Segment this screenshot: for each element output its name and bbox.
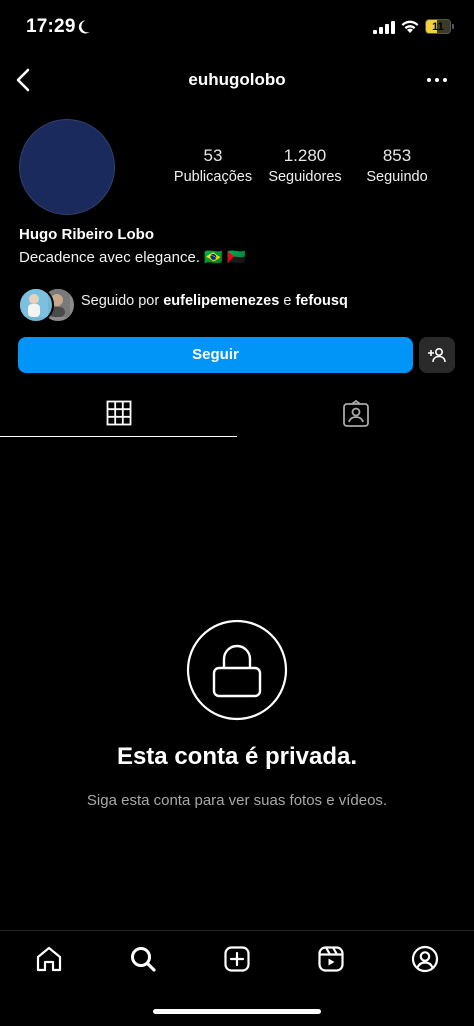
- lock-icon: [186, 619, 288, 721]
- private-account-subtitle: Siga esta conta para ver suas fotos e ví…: [86, 792, 388, 809]
- active-tab-indicator: [0, 436, 237, 437]
- search-icon[interactable]: [129, 945, 157, 973]
- tagged-icon[interactable]: [342, 400, 370, 428]
- private-account-title: Esta conta é privada.: [116, 743, 358, 770]
- followed-by-user: fefousq: [295, 293, 348, 309]
- stat-following-value: 853: [382, 146, 412, 165]
- home-icon[interactable]: [35, 945, 63, 973]
- stat-posts-value: 53: [203, 146, 223, 165]
- create-icon[interactable]: [223, 945, 251, 973]
- add-person-icon: [427, 345, 447, 365]
- moon-icon: [75, 19, 91, 35]
- suggested-users-button[interactable]: [419, 337, 455, 373]
- battery-icon: 11: [425, 19, 451, 34]
- reels-icon[interactable]: [317, 945, 345, 973]
- more-options-icon[interactable]: [425, 70, 449, 90]
- home-indicator[interactable]: [153, 1009, 321, 1014]
- stat-posts-label: Publicações: [173, 169, 253, 185]
- profile-icon[interactable]: [411, 945, 439, 973]
- stat-posts[interactable]: 53 Publicações: [165, 146, 261, 185]
- battery-tip: [452, 24, 454, 29]
- grid-icon[interactable]: [106, 400, 132, 426]
- bottom-nav-divider: [0, 930, 474, 931]
- stat-followers[interactable]: 1.280 Seguidores: [257, 146, 353, 185]
- profile-username: euhugolobo: [188, 70, 286, 89]
- followed-by-prefix: Seguido por: [81, 293, 160, 309]
- mutual-follower-avatar[interactable]: [18, 287, 54, 323]
- stat-followers-value: 1.280: [283, 146, 327, 165]
- followed-by-text[interactable]: Seguido por eufelipemenezes e fefousq: [81, 293, 348, 309]
- followed-by-user: eufelipemenezes: [163, 293, 280, 309]
- stat-followers-label: Seguidores: [268, 169, 342, 185]
- status-time: 17:29: [26, 16, 76, 37]
- profile-avatar[interactable]: [19, 119, 115, 215]
- stat-following[interactable]: 853 Seguindo: [349, 146, 445, 185]
- followed-by-conjunction: e: [283, 293, 292, 309]
- profile-bio: Decadence avec elegance. 🇧🇷 🇲🇶: [19, 249, 246, 266]
- wifi-icon: [400, 19, 420, 34]
- signal-icon: [373, 21, 395, 34]
- battery-level: 11: [432, 21, 444, 33]
- profile-name: Hugo Ribeiro Lobo: [19, 226, 154, 243]
- stat-following-label: Seguindo: [366, 169, 428, 185]
- follow-button[interactable]: Seguir: [18, 337, 413, 373]
